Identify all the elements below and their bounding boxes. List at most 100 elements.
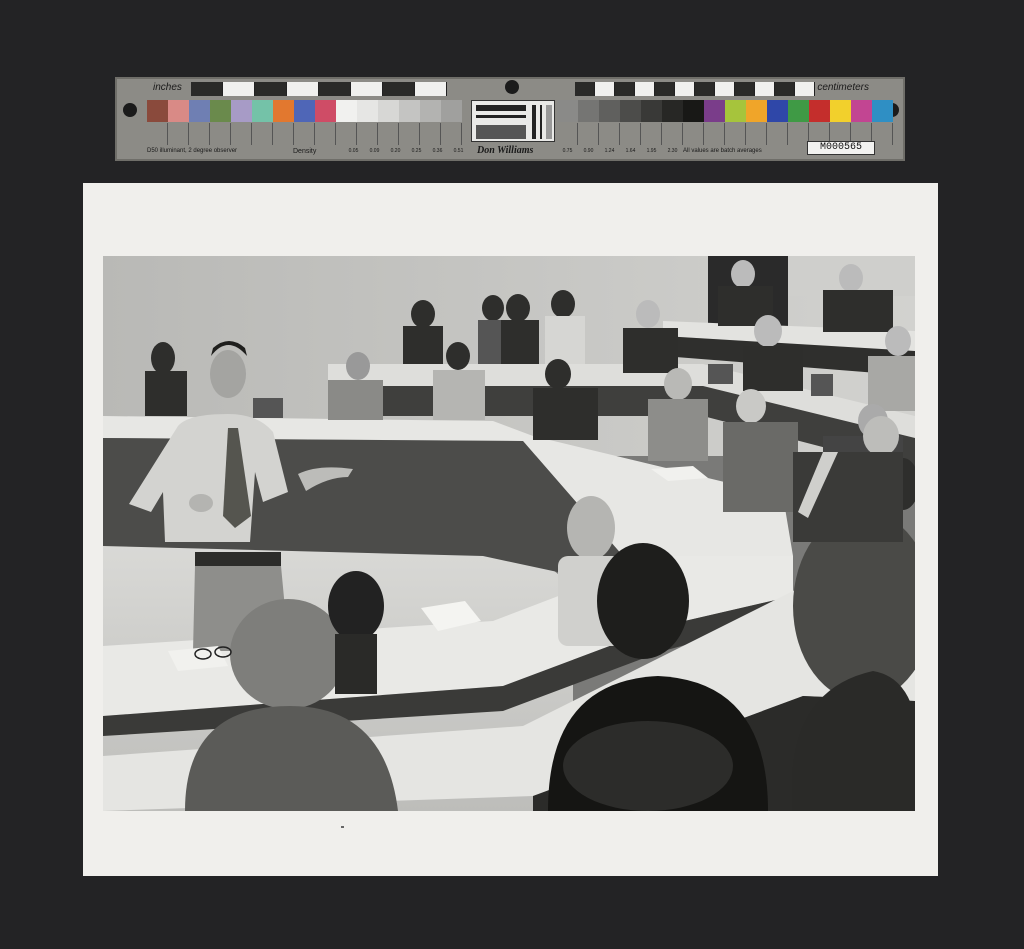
color-swatch [357, 100, 378, 122]
center-hole [505, 80, 519, 94]
color-swatch [399, 100, 420, 122]
swatch-value-cell [872, 123, 893, 145]
color-swatch [168, 100, 189, 122]
inch-ruler [191, 82, 447, 96]
color-swatch [767, 100, 788, 122]
ruler-segment [695, 82, 715, 96]
photo-print [83, 183, 938, 876]
swatch-value-cell [767, 123, 788, 145]
color-swatch [830, 100, 851, 122]
ruler-segment [287, 82, 319, 96]
density-value: 2.30 [667, 148, 678, 154]
color-swatch [704, 100, 725, 122]
color-swatch [252, 100, 273, 122]
swatch-value-cell [252, 123, 273, 145]
swatch-value-cell [746, 123, 767, 145]
swatch-value-cell [273, 123, 294, 145]
color-swatch [273, 100, 294, 122]
color-swatch [620, 100, 641, 122]
swatch-value-cell [620, 123, 641, 145]
ruler-segment [351, 82, 383, 96]
classroom-photograph [103, 256, 915, 811]
cm-ruler [575, 82, 815, 96]
swatch-value-cell [420, 123, 441, 145]
density-value: 0.20 [390, 148, 401, 154]
swatch-value-cell [168, 123, 189, 145]
ruler-segment [595, 82, 615, 96]
ruler-segment [735, 82, 755, 96]
color-target-strip: inches centimeters D50 illuminant, 2 deg… [115, 77, 905, 161]
density-value: 0.51 [453, 148, 464, 154]
color-swatch [441, 100, 462, 122]
swatch-value-cell [357, 123, 378, 145]
ruler-segment [575, 82, 595, 96]
density-value: 1.64 [625, 148, 636, 154]
color-swatch [210, 100, 231, 122]
density-value: 0.90 [583, 148, 594, 154]
color-swatch [578, 100, 599, 122]
swatch-value-cell [210, 123, 231, 145]
left-value-table [147, 123, 462, 145]
color-swatch [420, 100, 441, 122]
density-values-right: 0.75 0.90 1.24 1.64 1.95 2.30 [557, 148, 683, 154]
color-swatch [851, 100, 872, 122]
pencil-mark [341, 826, 344, 828]
color-swatch [788, 100, 809, 122]
color-swatch [189, 100, 210, 122]
ruler-segment [383, 82, 415, 96]
color-swatch [147, 100, 168, 122]
footnote-right: All values are batch averages [683, 148, 762, 154]
swatch-value-cell [399, 123, 420, 145]
ruler-segment [223, 82, 255, 96]
swatch-value-cell [294, 123, 315, 145]
swatch-value-cell [336, 123, 357, 145]
footnote-left: D50 illuminant, 2 degree observer [147, 148, 238, 154]
resolution-chart [471, 100, 555, 142]
density-values-left: 0.05 0.09 0.20 0.25 0.36 0.51 [343, 148, 469, 154]
color-swatch [641, 100, 662, 122]
color-swatch [336, 100, 357, 122]
color-swatch [746, 100, 767, 122]
ruler-segment [775, 82, 795, 96]
ruler-segment [635, 82, 655, 96]
density-value: 1.95 [646, 148, 657, 154]
swatch-value-cell [704, 123, 725, 145]
swatch-value-cell [641, 123, 662, 145]
density-label: Density [293, 148, 317, 155]
ruler-segment [255, 82, 287, 96]
color-swatch [294, 100, 315, 122]
density-value: 0.05 [348, 148, 359, 154]
density-value: 0.36 [432, 148, 443, 154]
color-swatch [599, 100, 620, 122]
swatch-value-cell [599, 123, 620, 145]
swatch-value-cell [147, 123, 168, 145]
ruler-segment [655, 82, 675, 96]
centimeters-label: centimeters [817, 82, 869, 93]
color-swatch [557, 100, 578, 122]
brand-label: Don Williams [477, 145, 534, 156]
ruler-segment [415, 82, 447, 96]
photo-scene [103, 256, 915, 811]
swatch-value-cell [578, 123, 599, 145]
swatch-value-cell [441, 123, 462, 145]
swatch-value-cell [662, 123, 683, 145]
ruler-segment [615, 82, 635, 96]
left-swatches [147, 100, 462, 122]
color-swatch [662, 100, 683, 122]
object-id-label: M000565 [807, 141, 875, 155]
color-swatch [378, 100, 399, 122]
density-value: 0.75 [562, 148, 573, 154]
density-value: 0.09 [369, 148, 380, 154]
swatch-value-cell [231, 123, 252, 145]
left-hole [123, 103, 137, 117]
swatch-value-cell [189, 123, 210, 145]
ruler-segment [191, 82, 223, 96]
inches-label: inches [153, 82, 182, 93]
swatch-value-cell [725, 123, 746, 145]
ruler-segment [675, 82, 695, 96]
swatch-value-cell [557, 123, 578, 145]
swatch-value-cell [683, 123, 704, 145]
color-swatch [315, 100, 336, 122]
density-value: 1.24 [604, 148, 615, 154]
color-swatch [809, 100, 830, 122]
